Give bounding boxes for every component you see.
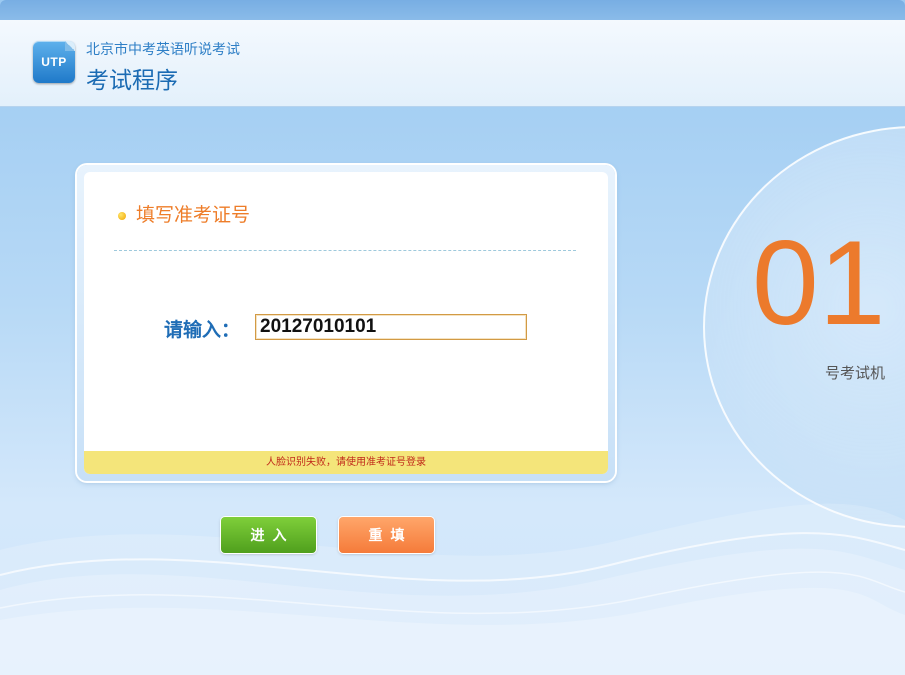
machine-label: 号考试机 xyxy=(825,364,886,382)
login-panel-body: 填写准考证号 请输入： 人脸识别失败，请使用准考证号登录 xyxy=(84,172,608,474)
panel-title: 填写准考证号 xyxy=(136,204,251,226)
exam-login-window: UTP 北京市中考英语听说考试 考试程序 01 号考试机 填写准考证号 请输入：… xyxy=(0,0,905,675)
decorative-waves xyxy=(0,503,905,675)
utp-logo: UTP xyxy=(33,41,75,83)
login-panel: 填写准考证号 请输入： 人脸识别失败，请使用准考证号登录 xyxy=(77,165,615,481)
app-subtitle: 北京市中考英语听说考试 xyxy=(86,42,240,58)
app-title: 考试程序 xyxy=(86,68,178,94)
exam-id-input[interactable] xyxy=(255,314,527,340)
bullet-icon xyxy=(118,212,126,220)
app-header: UTP 北京市中考英语听说考试 考试程序 xyxy=(0,20,905,107)
face-recognition-error-message: 人脸识别失败，请使用准考证号登录 xyxy=(266,457,426,468)
panel-divider xyxy=(114,250,576,251)
reset-button[interactable]: 重填 xyxy=(339,517,434,553)
logo-fold-corner xyxy=(65,41,75,51)
window-top-strip xyxy=(0,0,905,20)
logo-text: UTP xyxy=(41,55,67,69)
machine-number: 01 xyxy=(752,216,886,350)
enter-button[interactable]: 进入 xyxy=(221,517,316,553)
exam-id-label: 请输入： xyxy=(164,319,241,341)
panel-footer: 人脸识别失败，请使用准考证号登录 xyxy=(84,451,608,474)
